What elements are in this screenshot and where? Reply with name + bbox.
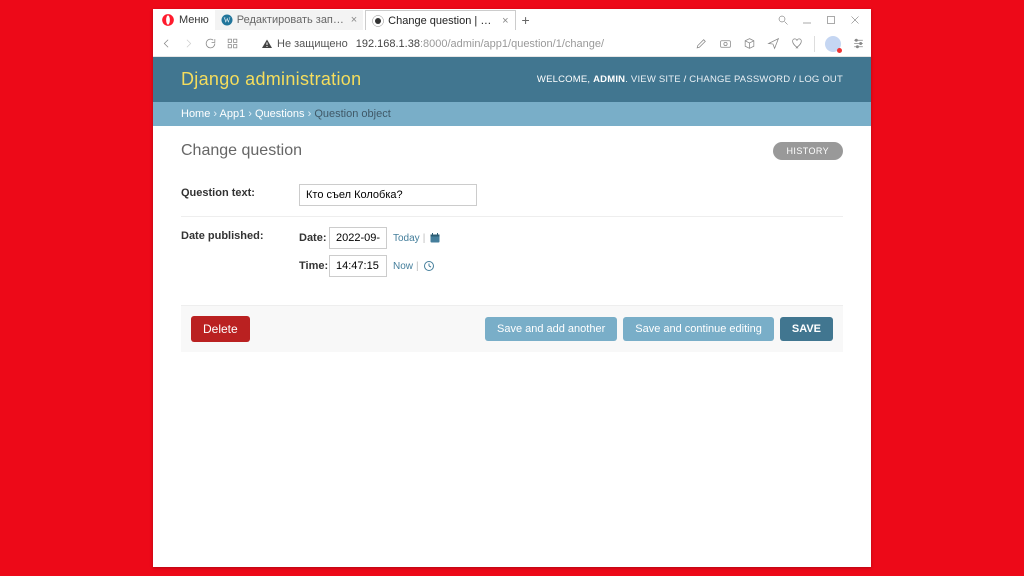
- django-favicon-icon: [372, 15, 384, 27]
- tab-label: Change question | Django: [388, 15, 498, 27]
- security-indicator[interactable]: Не защищено: [261, 38, 348, 50]
- date-label: Date:: [299, 232, 329, 244]
- opera-logo-icon: [161, 13, 175, 27]
- profile-avatar-icon[interactable]: [825, 36, 841, 52]
- url-display[interactable]: 192.168.1.38:8000/admin/app1/question/1/…: [356, 38, 604, 50]
- breadcrumb-model[interactable]: Questions: [255, 108, 305, 120]
- logout-link[interactable]: LOG OUT: [799, 74, 843, 85]
- date-subrow: Date: Today |: [299, 227, 442, 249]
- submit-row: Delete Save and add another Save and con…: [181, 305, 843, 352]
- breadcrumb-current: Question object: [314, 108, 390, 120]
- welcome-label: WELCOME,: [537, 74, 590, 85]
- nav-forward-icon[interactable]: [181, 37, 195, 51]
- cube-icon[interactable]: [742, 37, 756, 51]
- breadcrumb: Home › App1 › Questions › Question objec…: [153, 102, 871, 126]
- close-window-icon[interactable]: [849, 14, 861, 26]
- send-icon[interactable]: [766, 37, 780, 51]
- new-tab-button[interactable]: +: [518, 12, 534, 28]
- toolbar-right: [694, 36, 865, 52]
- now-link[interactable]: Now: [393, 261, 413, 272]
- time-subrow: Time: Now |: [299, 255, 442, 277]
- search-icon[interactable]: [777, 14, 789, 26]
- change-password-link[interactable]: CHANGE PASSWORD: [689, 74, 790, 85]
- browser-tab-django[interactable]: Change question | Django ×: [365, 10, 515, 30]
- browser-window: Меню W Редактировать запись "П… × Change…: [153, 9, 871, 567]
- apps-icon[interactable]: [225, 37, 239, 51]
- browser-tab-wordpress[interactable]: W Редактировать запись "П… ×: [215, 10, 363, 30]
- wordpress-icon: W: [221, 14, 233, 26]
- window-controls: [777, 14, 867, 26]
- easy-setup-icon[interactable]: [851, 37, 865, 51]
- calendar-icon[interactable]: [428, 231, 442, 245]
- current-user: ADMIN: [593, 74, 625, 85]
- date-published-label: Date published:: [181, 227, 299, 283]
- camera-icon[interactable]: [718, 37, 732, 51]
- question-text-label: Question text:: [181, 184, 299, 206]
- maximize-icon[interactable]: [825, 14, 837, 26]
- tab-label: Редактировать запись "П…: [237, 14, 347, 26]
- close-icon[interactable]: ×: [351, 14, 357, 26]
- field-row-question-text: Question text:: [181, 174, 843, 216]
- save-continue-button[interactable]: Save and continue editing: [623, 317, 774, 341]
- page-title: Change question: [181, 142, 302, 160]
- delete-button[interactable]: Delete: [191, 316, 250, 342]
- svg-text:W: W: [223, 17, 230, 25]
- reload-icon[interactable]: [203, 37, 217, 51]
- save-add-another-button[interactable]: Save and add another: [485, 317, 617, 341]
- heart-icon[interactable]: [790, 37, 804, 51]
- time-input[interactable]: [329, 255, 387, 277]
- nav-back-icon[interactable]: [159, 37, 173, 51]
- time-label: Time:: [299, 260, 329, 272]
- security-label: Не защищено: [277, 38, 348, 50]
- today-link[interactable]: Today: [393, 233, 420, 244]
- content-heading-row: Change question HISTORY: [181, 142, 843, 160]
- browser-menu-label[interactable]: Меню: [179, 14, 209, 26]
- url-path: :8000/admin/app1/question/1/change/: [420, 38, 604, 50]
- breadcrumb-home[interactable]: Home: [181, 108, 210, 120]
- breadcrumb-app[interactable]: App1: [220, 108, 246, 120]
- user-links: WELCOME, ADMIN. VIEW SITE / CHANGE PASSW…: [537, 74, 843, 85]
- edit-icon[interactable]: [694, 37, 708, 51]
- site-title[interactable]: Django administration: [181, 69, 361, 90]
- minimize-icon[interactable]: [801, 14, 813, 26]
- address-bar: Не защищено 192.168.1.38:8000/admin/app1…: [153, 31, 871, 57]
- question-text-input[interactable]: [299, 184, 477, 206]
- field-row-date-published: Date published: Date: Today | Time: Now …: [181, 216, 843, 293]
- save-button[interactable]: SAVE: [780, 317, 833, 341]
- history-button[interactable]: HISTORY: [773, 142, 843, 160]
- date-input[interactable]: [329, 227, 387, 249]
- close-icon[interactable]: ×: [502, 15, 508, 27]
- django-header: Django administration WELCOME, ADMIN. VI…: [153, 57, 871, 102]
- clock-icon[interactable]: [422, 259, 436, 273]
- warning-icon: [261, 38, 273, 50]
- url-host: 192.168.1.38: [356, 38, 420, 50]
- titlebar: Меню W Редактировать запись "П… × Change…: [153, 9, 871, 31]
- view-site-link[interactable]: VIEW SITE: [631, 74, 681, 85]
- content: Change question HISTORY Question text: D…: [153, 126, 871, 352]
